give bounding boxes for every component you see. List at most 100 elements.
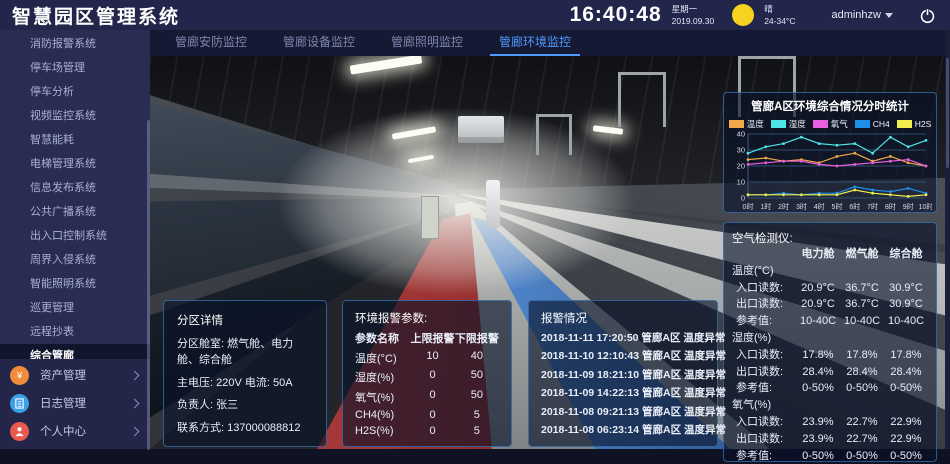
svg-text:1时: 1时 xyxy=(760,202,771,211)
air-value: 0-50% xyxy=(884,380,928,397)
param-cell: 氧气(%) xyxy=(355,389,410,405)
tab-active[interactable]: 管廊环境监控 xyxy=(490,30,580,56)
param-cell: 10 xyxy=(410,350,454,366)
temp-range: 24-34°C xyxy=(764,16,795,26)
sidebar-item[interactable]: 出入口控制系统 xyxy=(0,224,150,248)
legend-swatch xyxy=(897,120,912,128)
param-header: 参数名称 xyxy=(355,330,410,346)
air-value: 17.8% xyxy=(840,347,884,364)
air-row-label: 入口读数: xyxy=(732,280,796,297)
sidebar-item[interactable]: 停车场管理 xyxy=(0,56,150,80)
sidebar-item[interactable]: 智能照明系统 xyxy=(0,272,150,296)
ceiling-bracket xyxy=(536,114,572,155)
weather-block: 晴 24-34°C xyxy=(764,4,795,26)
param-header: 上限报警 xyxy=(410,330,454,346)
sidebar-menu: 消防报警系统停车场管理停车分析视频监控系统智慧能耗电梯管理系统信息发布系统公共广… xyxy=(0,30,150,368)
air-row-label: 入口读数: xyxy=(732,414,796,431)
air-value: 10-40C xyxy=(840,313,884,330)
tab-item[interactable]: 管廊照明监控 xyxy=(382,30,472,56)
air-value: 23.9% xyxy=(796,431,840,448)
param-cell: 50 xyxy=(455,369,499,385)
sidebar-group-label: 个人中心 xyxy=(40,423,86,439)
air-row-label: 入口读数: xyxy=(732,347,796,364)
line-chart: 0102030400时1时2时3时4时5时6时7时8时9时10时 xyxy=(728,130,932,217)
zone-detail-row: 主电压: 220V 电流: 50A xyxy=(177,374,313,390)
sidebar-item[interactable]: 智慧能耗 xyxy=(0,128,150,152)
sidebar-item[interactable]: 巡更管理 xyxy=(0,296,150,320)
page-scrollbar[interactable] xyxy=(945,30,950,449)
log-icon xyxy=(10,394,29,413)
alarm-item: 2018-11-09 14:22:13 管廊A区 温度异常 xyxy=(541,385,705,400)
end-door xyxy=(421,196,439,239)
air-row-label: 参考值: xyxy=(732,313,796,330)
air-column-header: 燃气舱 xyxy=(840,246,884,263)
sidebar-group-person[interactable]: 个人中心 xyxy=(0,417,150,445)
air-value: 30.9°C xyxy=(884,296,928,313)
sidebar-item[interactable]: 公共广播系统 xyxy=(0,200,150,224)
air-value: 36.7°C xyxy=(840,296,884,313)
legend-label: CH4 xyxy=(873,119,890,129)
ceiling-bracket xyxy=(618,72,666,127)
alarm-panel-title: 报警情况 xyxy=(541,310,705,326)
air-panel-title: 空气检测仪: xyxy=(732,230,928,246)
username: adminhzw xyxy=(831,9,881,21)
sidebar-item[interactable]: 停车分析 xyxy=(0,80,150,104)
air-column-header: 电力舱 xyxy=(796,246,840,263)
param-cell: H2S(%) xyxy=(355,425,410,437)
sidebar-item[interactable]: 周界入侵系统 xyxy=(0,248,150,272)
user-menu[interactable]: adminhzw xyxy=(831,9,893,21)
legend-item: 氧气 xyxy=(813,118,848,130)
sidebar-item[interactable]: 电梯管理系统 xyxy=(0,152,150,176)
sidebar-item[interactable]: 远程抄表 xyxy=(0,320,150,344)
param-row: H2S(%)05 xyxy=(355,425,499,437)
sidebar-item[interactable]: 信息发布系统 xyxy=(0,176,150,200)
svg-text:20: 20 xyxy=(737,162,745,171)
air-section-name: 温度(°C) xyxy=(732,263,928,280)
power-button[interactable] xyxy=(919,7,936,24)
air-value: 0-50% xyxy=(840,380,884,397)
air-value: 36.7°C xyxy=(840,280,884,297)
air-value: 28.4% xyxy=(840,364,884,381)
zone-detail-panel: 分区详情 分区舱室: 燃气舱、电力舱、综合舱主电压: 220V 电流: 50A负… xyxy=(163,300,327,447)
param-row: CH4(%)05 xyxy=(355,409,499,421)
tab-item[interactable]: 管廊设备监控 xyxy=(274,30,364,56)
chevron-right-icon xyxy=(130,398,140,408)
zone-panel-title: 分区详情 xyxy=(177,312,313,328)
sidebar-item[interactable]: 视频监控系统 xyxy=(0,104,150,128)
alarm-list-panel: 报警情况 2018-11-11 17:20:50 管廊A区 温度异常2018-1… xyxy=(528,300,718,447)
air-row-label: 参考值: xyxy=(732,380,796,397)
chevron-right-icon xyxy=(130,426,140,436)
tab-item[interactable]: 管廊安防监控 xyxy=(166,30,256,56)
svg-text:9时: 9时 xyxy=(903,202,914,211)
chart-title: 管廊A区环境综合情况分时统计 xyxy=(728,98,932,114)
air-value: 22.7% xyxy=(840,431,884,448)
legend-swatch xyxy=(729,120,744,128)
sidebar-scrollbar[interactable] xyxy=(147,120,150,450)
legend-swatch xyxy=(813,120,828,128)
air-value: 22.9% xyxy=(884,414,928,431)
param-cell: 0 xyxy=(410,409,454,421)
alarm-item: 2018-11-08 09:21:13 管廊A区 温度异常 xyxy=(541,404,705,419)
air-row-label: 出口读数: xyxy=(732,364,796,381)
sidebar-group-log[interactable]: 日志管理 xyxy=(0,389,150,417)
clock: 16:40:48 xyxy=(570,3,662,27)
param-cell: 50 xyxy=(455,389,499,405)
sidebar-item[interactable]: 消防报警系统 xyxy=(0,32,150,56)
scrollbar-thumb[interactable] xyxy=(946,58,949,168)
chart-legend: 温度湿度氧气CH4H2S xyxy=(728,118,932,130)
date: 2019.09.30 xyxy=(672,16,715,26)
sidebar-group-asset[interactable]: ¥资产管理 xyxy=(0,361,150,389)
inspection-robot xyxy=(486,180,500,228)
app-title: 智慧园区管理系统 xyxy=(0,2,272,29)
zone-detail-row: 联系方式: 137000088812 xyxy=(177,419,313,435)
air-row-label: 参考值: xyxy=(732,448,796,464)
param-header-row: 参数名称上限报警下限报警 xyxy=(355,330,499,346)
param-cell: 5 xyxy=(455,409,499,421)
air-section-name: 湿度(%) xyxy=(732,330,928,347)
zone-detail-row: 负责人: 张三 xyxy=(177,396,313,412)
air-value: 20.9°C xyxy=(796,280,840,297)
air-value: 0-50% xyxy=(796,380,840,397)
param-cell: 0 xyxy=(410,425,454,437)
svg-text:30: 30 xyxy=(737,146,745,155)
param-cell: 0 xyxy=(410,369,454,385)
